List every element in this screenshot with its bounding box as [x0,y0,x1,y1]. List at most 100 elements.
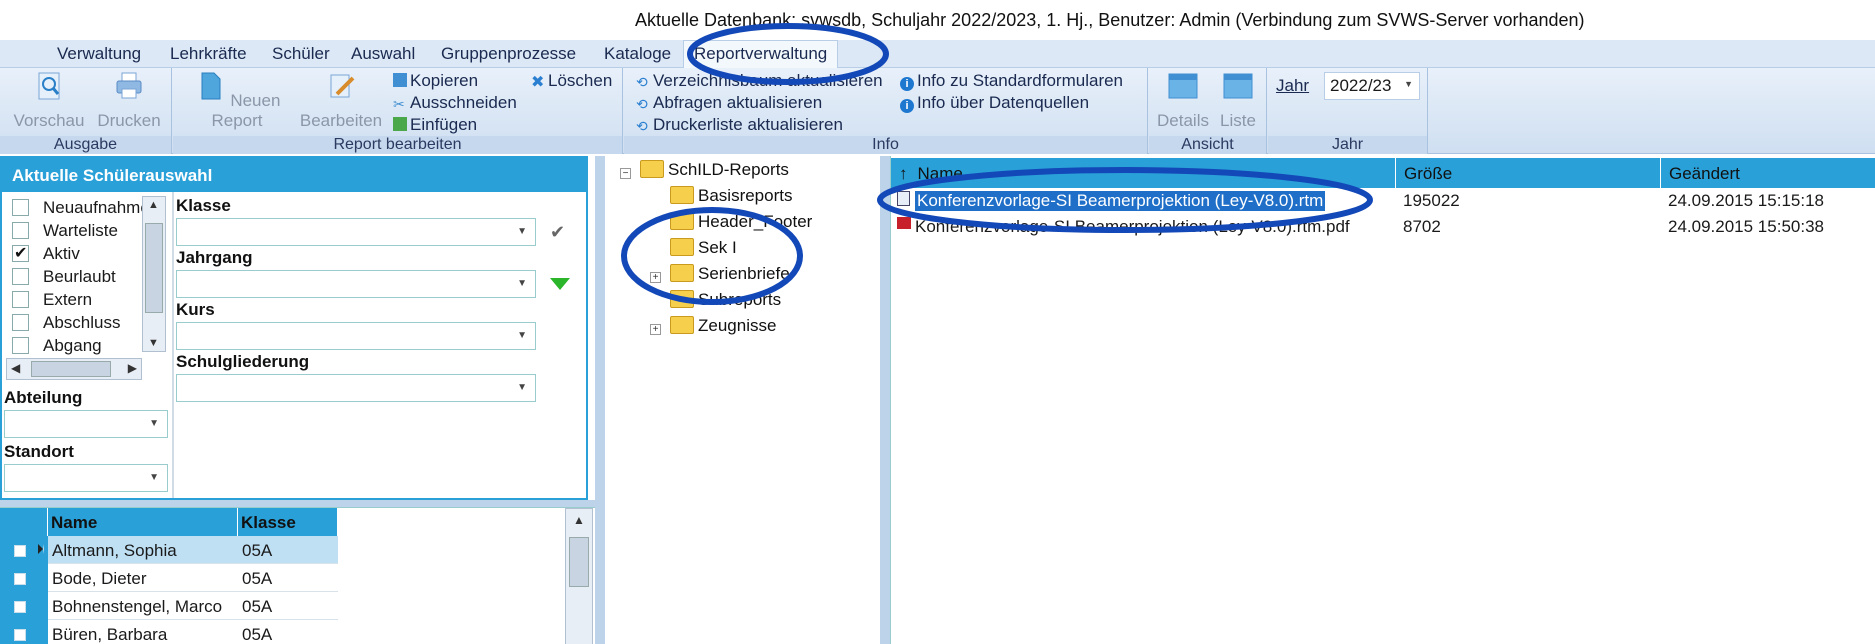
verzeichnisbaum-button[interactable]: ⟲ Verzeichnisbaum aktualisieren [636,71,883,91]
report-tree: − SchILD-Reports Basisreports Header_Foo… [606,156,886,644]
drucken-button[interactable]: Drucken [92,70,166,131]
chevron-down-icon: ▼ [517,382,527,393]
row-selector[interactable] [0,564,48,592]
expand-icon[interactable]: + [650,272,661,283]
scroll-down-icon[interactable]: ▼ [148,337,159,349]
datenquellen-button[interactable]: i Info über Datenquellen [900,93,1089,113]
tab-schueler[interactable]: Schüler [272,44,330,64]
status-item-abschluss[interactable]: Abschluss [12,313,120,333]
scroll-up-icon[interactable]: ▲ [573,513,585,527]
tree-node-header-footer[interactable]: Header_Footer [670,212,812,232]
row-selector[interactable] [0,536,48,564]
table-row[interactable]: Altmann, Sophia 05A [0,536,338,564]
drucken-label: Drucken [97,111,161,130]
tab-lehrkraefte[interactable]: Lehrkräfte [170,44,247,64]
details-view-icon [1168,73,1198,99]
ausschneiden-button[interactable]: ✂ Ausschneiden [393,93,517,113]
status-item-extern[interactable]: Extern [12,290,92,310]
file-changed: 24.09.2015 15:50:38 [1668,217,1824,236]
table-row[interactable]: Büren, Barbara 05A [0,620,338,644]
vorschau-button[interactable]: Vorschau [10,70,88,131]
filter-funnel-icon[interactable] [550,278,570,290]
chevron-down-icon: ▼ [517,278,527,289]
klasse-select[interactable]: ▼ [176,218,536,246]
kopieren-button[interactable]: Kopieren [393,71,478,91]
row-selector[interactable] [0,620,48,644]
status-item-aktiv[interactable]: Aktiv [12,243,80,264]
druckerliste-button[interactable]: ⟲ Druckerliste aktualisieren [636,115,843,135]
file-column-name[interactable]: ↑ Name [891,158,1396,188]
schulgliederung-select[interactable]: ▼ [176,374,536,402]
scroll-thumb[interactable] [569,537,589,587]
checkbox[interactable] [12,268,29,285]
checkbox[interactable] [12,199,29,216]
expand-icon[interactable]: + [650,324,661,335]
file-column-changed[interactable]: Geändert [1661,158,1875,188]
scroll-left-icon[interactable]: ◀ [11,361,20,375]
kurs-select[interactable]: ▼ [176,322,536,350]
grid-vscrollbar[interactable]: ▲ [565,508,593,644]
neuer-report-button[interactable]: Neuen Report [181,70,293,131]
tab-kataloge[interactable]: Kataloge [604,44,671,64]
bearbeiten-label: Bearbeiten [299,111,383,130]
file-column-size[interactable]: Größe [1396,158,1661,188]
copy-icon [393,73,407,87]
file-row[interactable]: Konferenzvorlage-SI Beamerprojektion (Le… [891,214,1875,240]
file-row[interactable]: Konferenzvorlage-SI Beamerprojektion (Le… [891,188,1875,214]
details-button[interactable]: Details [1155,70,1211,131]
checkbox[interactable] [12,337,29,354]
checkbox[interactable] [12,222,29,239]
tab-reportverwaltung[interactable]: Reportverwaltung [683,40,839,69]
checkbox[interactable] [12,291,29,308]
printer-icon [116,72,142,99]
folder-icon [670,264,694,282]
tab-gruppenprozesse[interactable]: Gruppenprozesse [441,44,576,64]
tree-node-zeugnisse[interactable]: Zeugnisse [670,316,776,336]
grid-selector-header [0,508,48,536]
jahrgang-select[interactable]: ▼ [176,270,536,298]
status-list-vscrollbar[interactable]: ▲ ▼ [142,196,166,352]
scroll-thumb[interactable] [145,223,163,313]
loeschen-button[interactable]: ✖ Löschen [531,71,612,91]
tab-verwaltung[interactable]: Verwaltung [57,44,141,64]
apply-filter-icon[interactable]: ✔ [550,222,565,243]
folder-icon [670,290,694,308]
info-icon: i [900,77,914,91]
einfuegen-button[interactable]: Einfügen [393,115,477,135]
standort-select[interactable]: ▼ [4,464,168,492]
grid-column-name[interactable]: Name [48,508,238,536]
table-row[interactable]: Bode, Dieter 05A [0,564,338,592]
splitter-right[interactable] [880,156,890,644]
abfragen-button[interactable]: ⟲ Abfragen aktualisieren [636,93,822,113]
ribbon-group-ansicht: Details Liste Ansicht [1149,68,1267,154]
checkbox[interactable] [12,243,29,263]
status-item-abgang[interactable]: Abgang [12,336,102,356]
collapse-icon[interactable]: − [620,168,631,179]
tab-auswahl[interactable]: Auswahl [351,44,415,64]
row-selector[interactable] [0,592,48,620]
tree-node-sek-i[interactable]: Sek I [670,238,737,258]
scroll-right-icon[interactable]: ▶ [128,361,137,375]
status-list-hscrollbar[interactable]: ◀ ▶ [6,358,142,380]
scroll-up-icon[interactable]: ▲ [148,199,159,211]
edit-icon [330,74,355,98]
tree-node-basisreports[interactable]: Basisreports [670,186,792,206]
grid-column-klasse[interactable]: Klasse [238,508,338,536]
scroll-thumb[interactable] [31,361,111,377]
splitter-horizontal[interactable] [0,500,595,507]
status-item-beurlaubt[interactable]: Beurlaubt [12,267,116,287]
jahr-select[interactable]: 2022/23 ▼ [1324,72,1420,100]
abteilung-select[interactable]: ▼ [4,410,168,438]
tree-node-subreports[interactable]: Subreports [670,290,781,310]
details-label: Details [1157,111,1209,130]
tree-node-root[interactable]: SchILD-Reports [640,160,789,180]
bearbeiten-button[interactable]: Bearbeiten [297,70,385,131]
liste-button[interactable]: Liste [1213,70,1263,131]
standardformulare-button[interactable]: i Info zu Standardformularen [900,71,1123,91]
tree-node-serienbriefe[interactable]: Serienbriefe [670,264,790,284]
status-item-warteliste[interactable]: Warteliste [12,221,118,241]
table-row[interactable]: Bohnenstengel, Marco 05A [0,592,338,620]
status-item-neuaufnahme[interactable]: Neuaufnahme [12,198,150,218]
splitter-left[interactable] [595,156,605,644]
checkbox[interactable] [12,314,29,331]
